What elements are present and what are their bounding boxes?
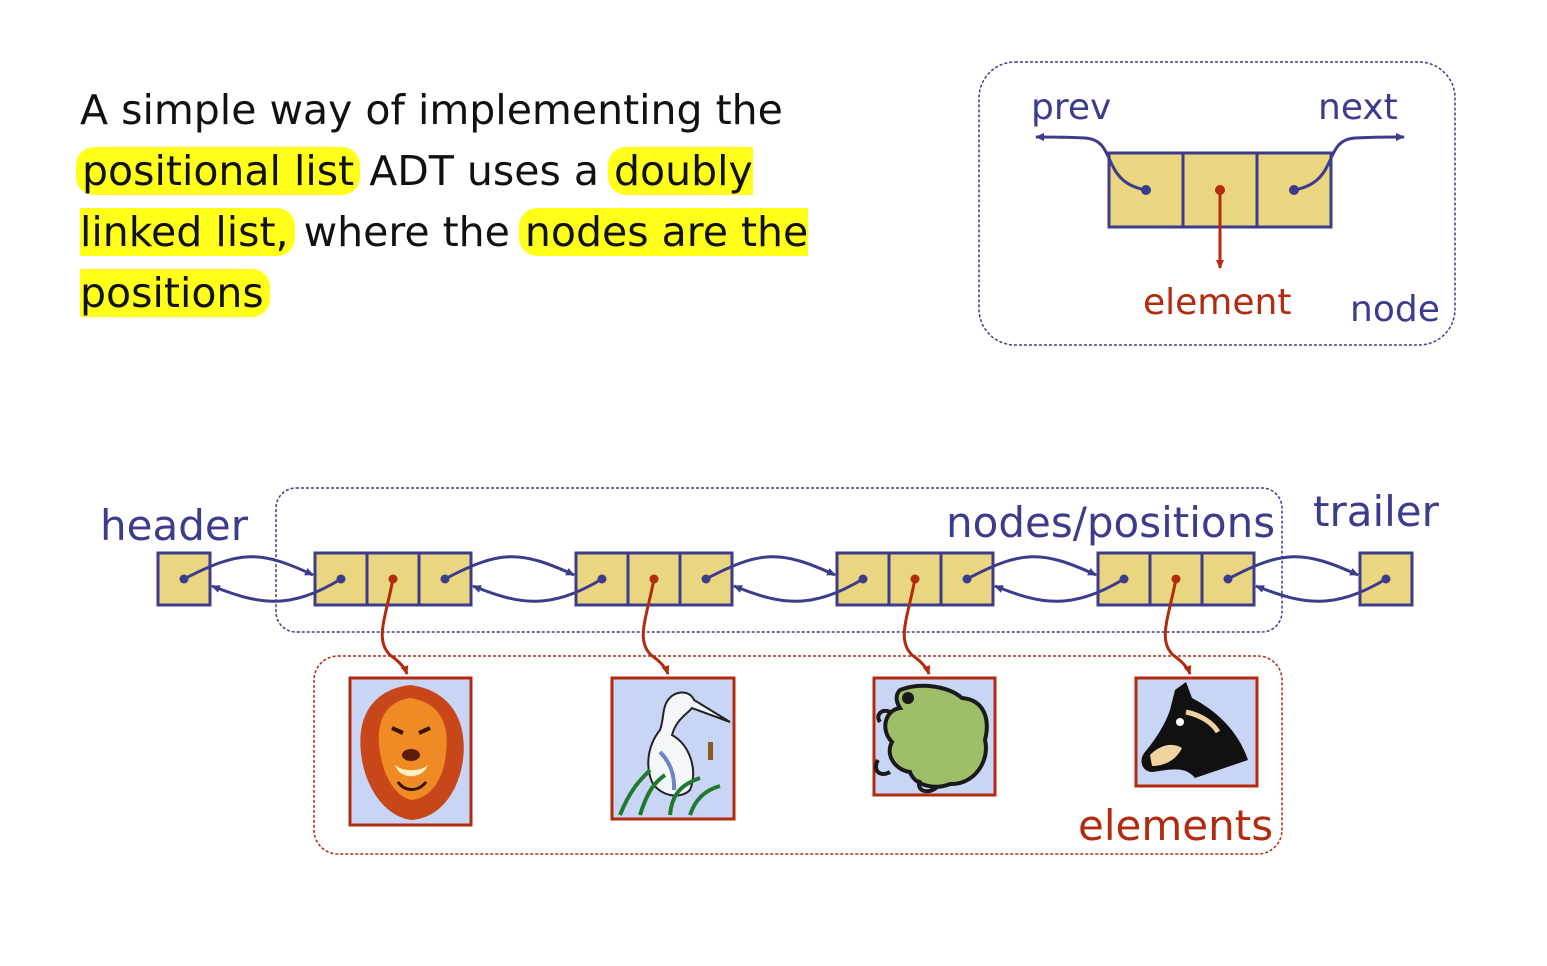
element-label: element (1143, 282, 1291, 323)
elements-label: elements (1078, 801, 1273, 850)
diagram-canvas: prev next element node header trailer no… (100, 61, 1456, 855)
trailer-label: trailer (1313, 487, 1440, 536)
lion-icon (348, 676, 473, 827)
header-label: header (100, 501, 249, 550)
frog-icon (872, 676, 997, 797)
element-arrows (380, 578, 1192, 675)
next-label: next (1318, 87, 1398, 128)
prev-label: prev (1031, 87, 1111, 128)
positions-label: nodes/positions (946, 498, 1275, 547)
node-label: node (1350, 289, 1440, 330)
list-diagram: header trailer nodes/positions elements (100, 487, 1440, 855)
node-diagram: prev next element node (978, 61, 1456, 346)
heron-icon (610, 676, 736, 821)
horse-icon (1134, 676, 1259, 788)
